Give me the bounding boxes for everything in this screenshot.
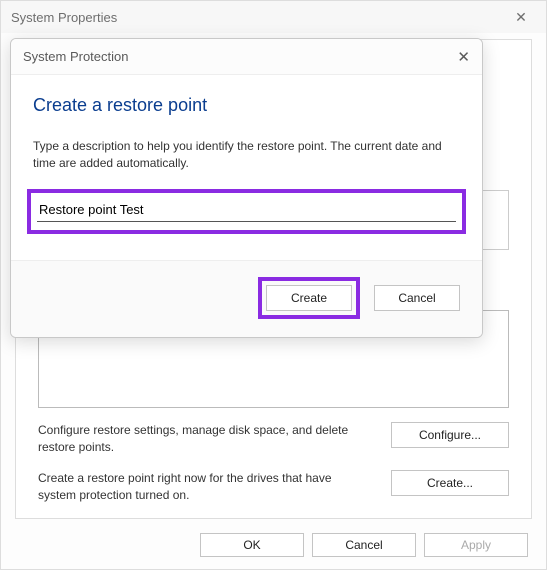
ok-button[interactable]: OK [200, 533, 304, 557]
apply-button: Apply [424, 533, 528, 557]
system-protection-dialog: System Protection ✕ Create a restore poi… [10, 38, 483, 338]
close-icon[interactable]: ✕ [440, 48, 470, 66]
restore-point-name-input[interactable] [37, 198, 456, 222]
dialog-description: Type a description to help you identify … [33, 138, 460, 173]
dialog-titlebar: System Protection ✕ [11, 39, 482, 75]
dialog-title: System Protection [23, 49, 129, 64]
parent-title: System Properties [11, 10, 117, 25]
input-highlight [27, 189, 466, 234]
cancel-button-bg[interactable]: Cancel [312, 533, 416, 557]
parent-titlebar: System Properties ✕ [1, 1, 546, 33]
close-icon[interactable]: ✕ [506, 9, 536, 26]
parent-footer: OK Cancel Apply [200, 533, 528, 557]
create-description: Create a restore point right now for the… [38, 470, 391, 504]
create-button[interactable]: Create [266, 285, 352, 311]
dialog-heading: Create a restore point [33, 95, 460, 116]
configure-button[interactable]: Configure... [391, 422, 509, 448]
create-button-bg[interactable]: Create... [391, 470, 509, 496]
configure-description: Configure restore settings, manage disk … [38, 422, 391, 456]
dialog-footer: Create Cancel [11, 261, 482, 337]
create-button-highlight: Create [258, 277, 360, 319]
dialog-body: Create a restore point Type a descriptio… [11, 75, 482, 252]
create-row: Create a restore point right now for the… [38, 470, 509, 504]
configure-row: Configure restore settings, manage disk … [38, 422, 509, 456]
cancel-button[interactable]: Cancel [374, 285, 460, 311]
